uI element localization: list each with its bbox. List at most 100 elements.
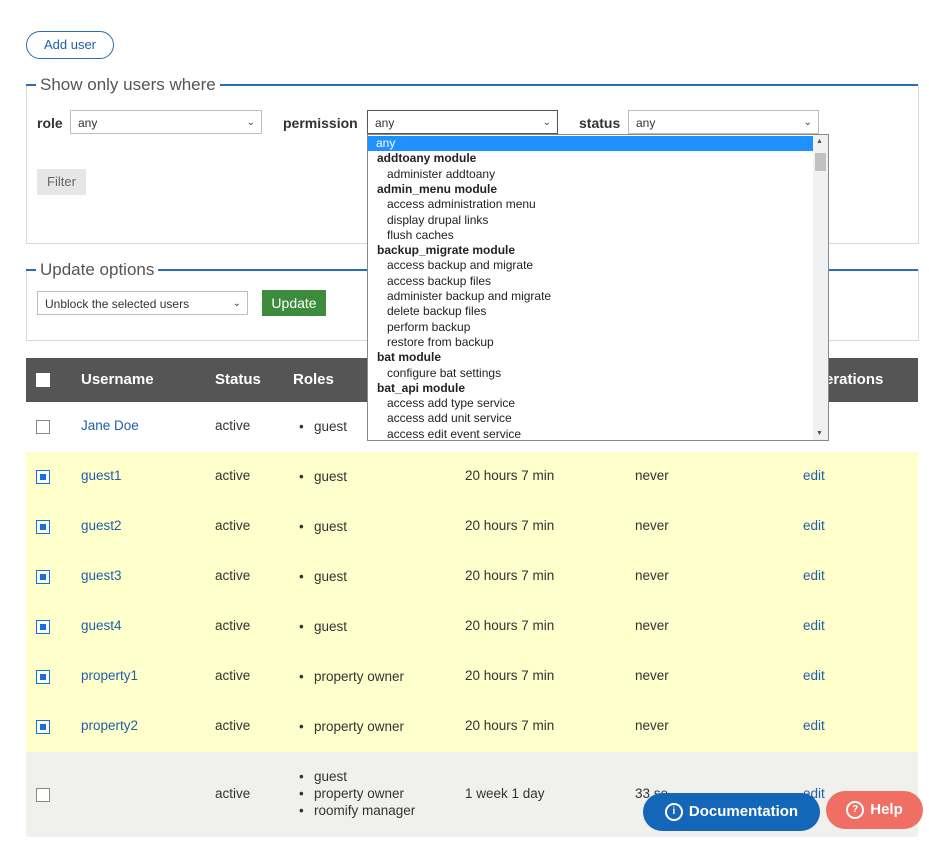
username-link[interactable]: guest2 bbox=[81, 518, 122, 533]
member-for-text: 20 hours 7 min bbox=[465, 668, 555, 683]
option-group-label: admin_menu module bbox=[377, 181, 498, 196]
role-item: guest bbox=[299, 769, 347, 784]
edit-link[interactable]: edit bbox=[803, 718, 825, 733]
row-checkbox[interactable] bbox=[36, 670, 50, 684]
option-group-label: bat module bbox=[377, 350, 442, 365]
username-link[interactable]: property1 bbox=[81, 668, 138, 683]
option-group-label: backup_migrate module bbox=[377, 243, 516, 258]
permission-select[interactable]: any ⌄ bbox=[367, 110, 558, 134]
permission-option[interactable]: access edit event service bbox=[387, 427, 521, 440]
select-all-checkbox[interactable] bbox=[36, 373, 50, 387]
role-item: property owner bbox=[299, 669, 404, 684]
status-text: active bbox=[215, 785, 251, 801]
username-link[interactable]: guest3 bbox=[81, 568, 122, 583]
table-row: property2 active 20 hours 7 min never edit pr… bbox=[26, 702, 918, 752]
permission-option[interactable]: perform backup bbox=[387, 320, 470, 335]
row-checkbox[interactable] bbox=[36, 470, 50, 484]
row-checkbox[interactable] bbox=[36, 787, 50, 802]
permission-option[interactable]: flush caches bbox=[387, 228, 454, 243]
help-label: Help bbox=[870, 801, 903, 818]
status-text: active bbox=[215, 468, 251, 483]
role-item: guest bbox=[299, 569, 347, 584]
documentation-button[interactable]: i Documentation bbox=[643, 793, 820, 831]
member-for-text: 20 hours 7 min bbox=[465, 568, 555, 583]
permission-option[interactable]: display drupal links bbox=[387, 213, 488, 228]
permission-option[interactable]: access add unit service bbox=[387, 411, 512, 426]
row-checkbox[interactable] bbox=[36, 620, 50, 634]
header-roles: Roles bbox=[293, 371, 334, 388]
status-text: active bbox=[215, 618, 251, 633]
table-row: guest2 active 20 hours 7 min never edit guest bbox=[26, 502, 918, 552]
last-access-text: never bbox=[635, 568, 669, 583]
last-access-text: never bbox=[635, 668, 669, 683]
role-select-value: any bbox=[78, 116, 98, 130]
status-text: active bbox=[215, 718, 251, 733]
username-link[interactable]: property2 bbox=[81, 718, 138, 733]
permission-option[interactable]: access administration menu bbox=[387, 197, 536, 212]
edit-link[interactable]: edit bbox=[803, 468, 825, 483]
permission-label: permission bbox=[283, 115, 358, 131]
role-item: property owner bbox=[299, 719, 404, 734]
member-for-text: 1 week 1 day bbox=[465, 785, 545, 801]
edit-link[interactable]: edit bbox=[803, 518, 825, 533]
status-text: active bbox=[215, 668, 251, 683]
scroll-up-icon[interactable]: ▲ bbox=[816, 138, 823, 145]
header-status[interactable]: Status bbox=[215, 358, 261, 402]
permission-option[interactable]: access backup files bbox=[387, 274, 491, 289]
last-access-text: never bbox=[635, 618, 669, 633]
add-user-button[interactable]: Add user bbox=[26, 31, 114, 59]
edit-link[interactable]: edit bbox=[803, 568, 825, 583]
scroll-down-icon[interactable]: ▼ bbox=[816, 430, 823, 437]
permission-dropdown-list[interactable]: any addtoany module administer addtoany adm… bbox=[367, 134, 829, 441]
role-item: guest bbox=[299, 519, 347, 534]
table-row: guest1 active 20 hours 7 min never edit guest bbox=[26, 452, 918, 502]
member-for-text: 20 hours 7 min bbox=[465, 718, 555, 733]
chevron-down-icon: ⌄ bbox=[232, 298, 241, 309]
scrollbar-thumb[interactable] bbox=[815, 153, 826, 171]
filter-button[interactable]: Filter bbox=[37, 169, 86, 195]
question-icon: ? bbox=[846, 801, 865, 820]
row-checkbox[interactable] bbox=[36, 420, 50, 434]
role-label: role bbox=[37, 115, 63, 131]
header-username[interactable]: Username bbox=[81, 358, 154, 402]
update-legend: Update options bbox=[36, 260, 159, 280]
username-link[interactable]: guest4 bbox=[81, 618, 122, 633]
role-item: guest bbox=[299, 469, 347, 484]
status-select[interactable]: any ⌄ bbox=[628, 110, 819, 134]
row-checkbox[interactable] bbox=[36, 720, 50, 734]
last-access-text: never bbox=[635, 518, 669, 533]
permission-option[interactable]: administer addtoany bbox=[387, 167, 495, 182]
help-button[interactable]: ? Help bbox=[826, 791, 923, 829]
dropdown-scrollbar[interactable]: ▲ ▼ bbox=[813, 135, 828, 440]
chevron-down-icon: ⌄ bbox=[246, 117, 255, 128]
table-row: guest4 active 20 hours 7 min never edit guest bbox=[26, 602, 918, 652]
edit-link[interactable]: edit bbox=[803, 668, 825, 683]
username-link[interactable]: Jane Doe bbox=[81, 418, 139, 433]
role-select[interactable]: any ⌄ bbox=[70, 110, 262, 134]
permission-option[interactable]: any bbox=[368, 136, 813, 152]
permission-option[interactable]: access backup and migrate bbox=[387, 258, 533, 273]
permission-option[interactable]: restore from backup bbox=[387, 335, 494, 350]
update-button[interactable]: Update bbox=[262, 290, 326, 316]
permission-option[interactable]: configure bat settings bbox=[387, 366, 501, 381]
role-item: guest bbox=[299, 419, 347, 434]
member-for-text: 20 hours 7 min bbox=[465, 468, 555, 483]
role-item: guest bbox=[299, 619, 347, 634]
edit-link[interactable]: edit bbox=[803, 618, 825, 633]
status-text: active bbox=[215, 518, 251, 533]
permission-option[interactable]: delete backup files bbox=[387, 304, 486, 319]
filter-legend: Show only users where bbox=[36, 75, 220, 95]
row-checkbox[interactable] bbox=[36, 520, 50, 534]
row-checkbox[interactable] bbox=[36, 570, 50, 584]
chevron-down-icon: ⌄ bbox=[803, 117, 812, 128]
status-text: active bbox=[215, 568, 251, 583]
member-for-text: 20 hours 7 min bbox=[465, 618, 555, 633]
update-action-select[interactable]: Unblock the selected users ⌄ bbox=[37, 291, 248, 315]
role-item: property owner bbox=[299, 786, 404, 801]
role-item: roomify manager bbox=[299, 803, 415, 818]
username-link[interactable]: guest1 bbox=[81, 468, 122, 483]
permission-option[interactable]: access add type service bbox=[387, 396, 515, 411]
permission-option[interactable]: administer backup and migrate bbox=[387, 289, 551, 304]
update-action-value: Unblock the selected users bbox=[45, 297, 190, 311]
status-select-value: any bbox=[636, 116, 656, 130]
